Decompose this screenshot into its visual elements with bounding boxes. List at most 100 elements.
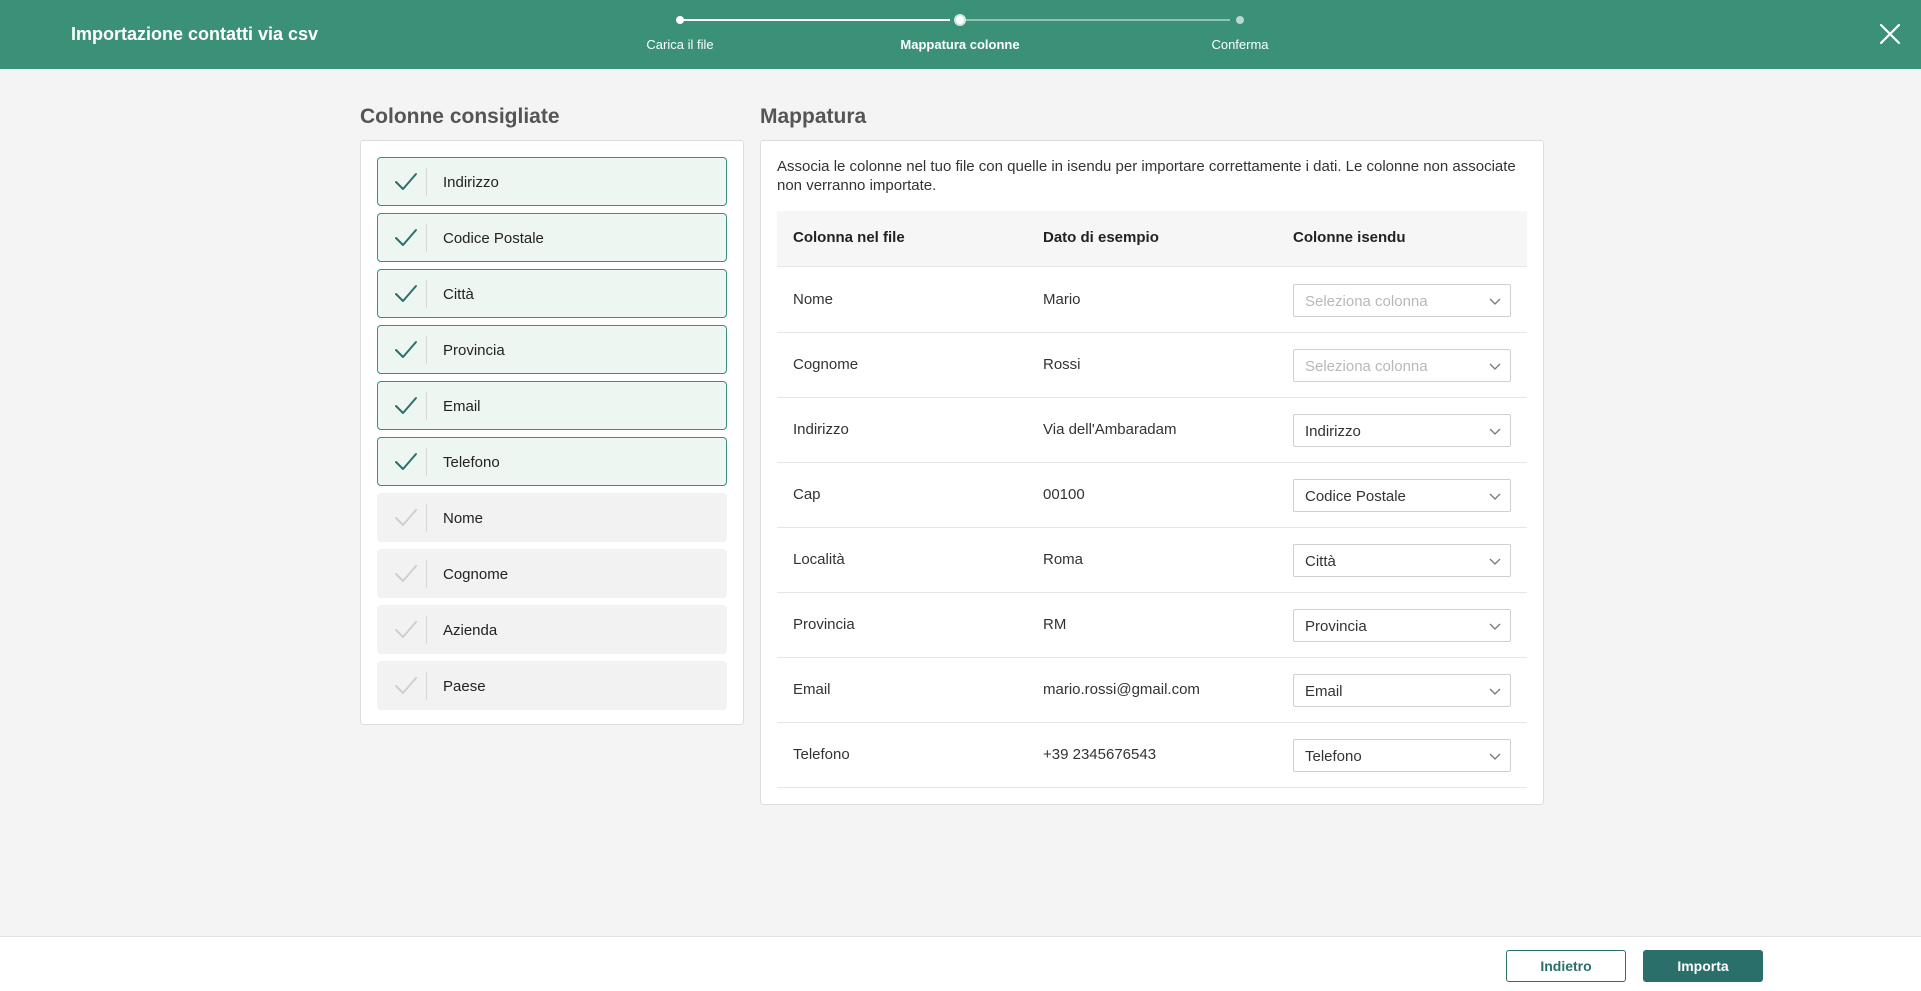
- isendu-column-select[interactable]: Email: [1293, 674, 1511, 707]
- example-cell: Roma: [1043, 551, 1084, 568]
- file-column-cell: Cognome: [793, 356, 859, 373]
- check-icon: [394, 283, 418, 305]
- select-value: Seleziona colonna: [1305, 358, 1428, 375]
- recommended-column-item[interactable]: Azienda: [377, 605, 727, 654]
- stepper-line-completed: [680, 19, 950, 21]
- file-column-cell: Indirizzo: [793, 421, 849, 438]
- check-icon: [394, 507, 418, 529]
- check-icon: [394, 227, 418, 249]
- item-separator: [426, 504, 427, 532]
- select-value: Telefono: [1305, 748, 1362, 765]
- recommended-column-item[interactable]: Paese: [377, 661, 727, 710]
- item-separator: [426, 280, 427, 308]
- recommended-column-label: Paese: [443, 678, 486, 695]
- table-row: Cognome Rossi Seleziona colonna: [777, 333, 1527, 398]
- file-column-cell: Telefono: [793, 746, 850, 763]
- item-separator: [426, 672, 427, 700]
- table-row: Telefono +39 2345676543 Telefono: [777, 723, 1527, 788]
- step-label-mapping: Mappatura colonne: [900, 37, 1020, 52]
- item-separator: [426, 336, 427, 364]
- chevron-down-icon: [1488, 685, 1502, 697]
- select-value: Email: [1305, 683, 1343, 700]
- isendu-column-select[interactable]: Codice Postale: [1293, 479, 1511, 512]
- example-cell: Via dell'Ambaradam: [1043, 421, 1177, 438]
- item-separator: [426, 224, 427, 252]
- check-icon: [394, 395, 418, 417]
- recommended-column-item[interactable]: Cognome: [377, 549, 727, 598]
- table-row: Provincia RM Provincia: [777, 593, 1527, 658]
- table-row: Nome Mario Seleziona colonna: [777, 268, 1527, 333]
- header-bar: Importazione contatti via csv Carica il …: [0, 0, 1921, 69]
- back-button[interactable]: Indietro: [1506, 950, 1626, 982]
- step-dot-3: [1236, 16, 1244, 24]
- step-label-confirm: Conferma: [1211, 37, 1269, 52]
- example-cell: 00100: [1043, 486, 1085, 503]
- table-row: Indirizzo Via dell'Ambaradam Indirizzo: [777, 398, 1527, 463]
- stepper: Carica il file Mappatura colonne Conferm…: [0, 0, 1921, 69]
- recommended-column-item[interactable]: Email: [377, 381, 727, 430]
- recommended-column-item[interactable]: Telefono: [377, 437, 727, 486]
- example-cell: Mario: [1043, 291, 1081, 308]
- table-row: Email mario.rossi@gmail.com Email: [777, 658, 1527, 723]
- mapping-title: Mappatura: [760, 105, 867, 128]
- recommended-column-label: Telefono: [443, 454, 500, 471]
- mapping-panel: Associa le colonne nel tuo file con quel…: [760, 140, 1544, 805]
- check-icon: [394, 675, 418, 697]
- item-separator: [426, 392, 427, 420]
- item-separator: [426, 616, 427, 644]
- file-column-cell: Località: [793, 551, 845, 568]
- import-button[interactable]: Importa: [1643, 950, 1763, 982]
- isendu-column-select[interactable]: Città: [1293, 544, 1511, 577]
- recommended-column-label: Codice Postale: [443, 230, 544, 247]
- recommended-column-label: Cognome: [443, 566, 509, 583]
- recommended-column-item[interactable]: Codice Postale: [377, 213, 727, 262]
- isendu-column-select[interactable]: Seleziona colonna: [1293, 284, 1511, 317]
- table-row: Località Roma Città: [777, 528, 1527, 593]
- item-separator: [426, 168, 427, 196]
- select-value: Seleziona colonna: [1305, 293, 1428, 310]
- step-dot-2: [954, 14, 966, 26]
- isendu-column-select[interactable]: Telefono: [1293, 739, 1511, 772]
- file-column-cell: Cap: [793, 486, 821, 503]
- step-dot-1: [676, 16, 684, 24]
- header-file-column: Colonna nel file: [793, 229, 905, 246]
- isendu-column-select[interactable]: Provincia: [1293, 609, 1511, 642]
- example-cell: +39 2345676543: [1043, 746, 1157, 763]
- check-icon: [394, 563, 418, 585]
- check-icon: [394, 619, 418, 641]
- recommended-column-label: Città: [443, 286, 474, 303]
- recommended-columns-panel: Indirizzo Codice Postale Città Provincia Ema…: [360, 140, 744, 725]
- recommended-column-label: Nome: [443, 510, 484, 527]
- check-icon: [394, 339, 418, 361]
- chevron-down-icon: [1488, 360, 1502, 372]
- recommended-column-item[interactable]: Città: [377, 269, 727, 318]
- recommended-column-label: Indirizzo: [443, 174, 499, 191]
- close-button[interactable]: [1878, 22, 1902, 46]
- header-example: Dato di esempio: [1043, 229, 1159, 246]
- select-value: Indirizzo: [1305, 423, 1361, 440]
- recommended-column-item[interactable]: Provincia: [377, 325, 727, 374]
- footer-bar: Indietro Importa: [0, 936, 1921, 991]
- recommended-columns-title: Colonne consigliate: [360, 105, 560, 128]
- chevron-down-icon: [1488, 750, 1502, 762]
- isendu-column-select[interactable]: Indirizzo: [1293, 414, 1511, 447]
- recommended-column-label: Email: [443, 398, 481, 415]
- file-column-cell: Provincia: [793, 616, 855, 633]
- select-value: Codice Postale: [1305, 488, 1406, 505]
- chevron-down-icon: [1488, 490, 1502, 502]
- table-row: Cap 00100 Codice Postale: [777, 463, 1527, 528]
- chevron-down-icon: [1488, 425, 1502, 437]
- check-icon: [394, 451, 418, 473]
- close-icon: [1879, 23, 1901, 45]
- example-cell: RM: [1043, 616, 1067, 633]
- recommended-column-item[interactable]: Indirizzo: [377, 157, 727, 206]
- file-column-cell: Email: [793, 681, 831, 698]
- isendu-column-select[interactable]: Seleziona colonna: [1293, 349, 1511, 382]
- file-column-cell: Nome: [793, 291, 834, 308]
- step-label-upload: Carica il file: [646, 37, 714, 52]
- example-cell: Rossi: [1043, 356, 1081, 373]
- mapping-description: Associa le colonne nel tuo file con quel…: [777, 158, 1516, 194]
- table-header: Colonna nel file Dato di esempio Colonne…: [777, 211, 1527, 267]
- item-separator: [426, 448, 427, 476]
- recommended-column-item[interactable]: Nome: [377, 493, 727, 542]
